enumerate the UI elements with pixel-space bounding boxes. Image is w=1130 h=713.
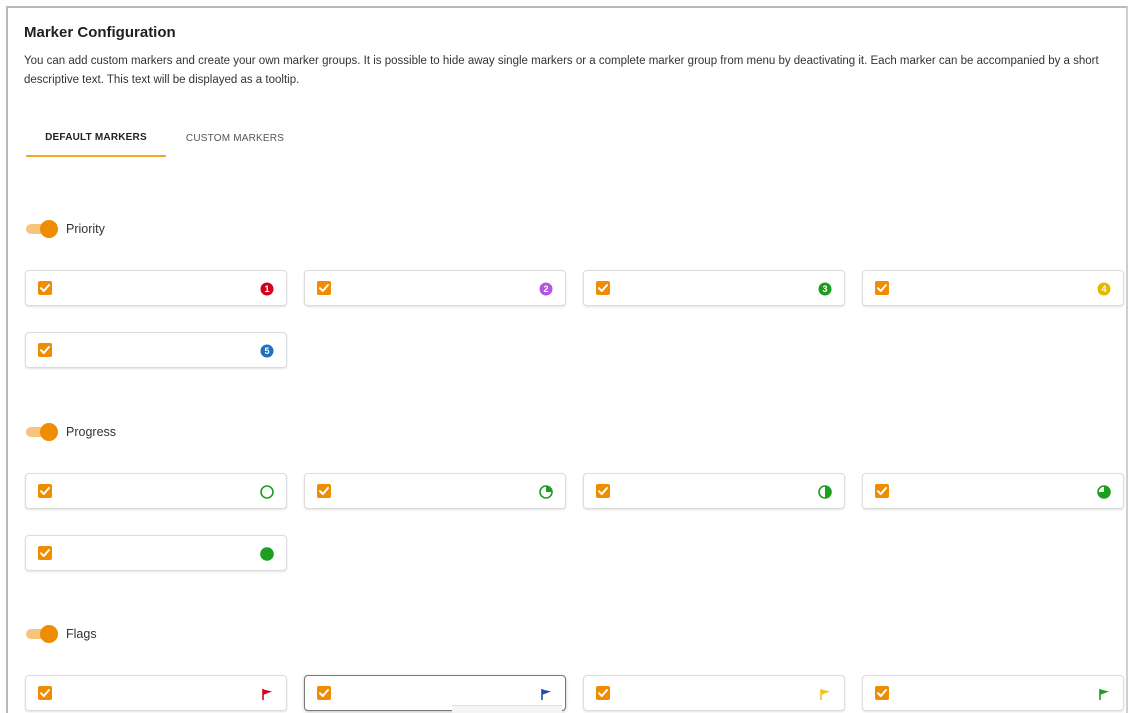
marker-enabled-checkbox[interactable] (875, 281, 889, 295)
marker-card[interactable] (862, 675, 1124, 711)
marker-enabled-checkbox[interactable] (38, 686, 52, 700)
group-label: Flags (66, 627, 97, 641)
priority-4-icon: 4 (1097, 282, 1111, 296)
priority-3-icon: 3 (818, 282, 832, 296)
flag-blue-icon (539, 687, 553, 701)
svg-text:2: 2 (543, 284, 548, 294)
marker-enabled-checkbox[interactable] (38, 281, 52, 295)
marker-enabled-checkbox[interactable] (596, 484, 610, 498)
marker-enabled-checkbox[interactable] (317, 484, 331, 498)
tooltip-stub (452, 705, 562, 713)
marker-enabled-checkbox[interactable] (875, 686, 889, 700)
marker-enabled-checkbox[interactable] (596, 281, 610, 295)
group-header-progress: Progress (26, 421, 116, 443)
group-header-priority: Priority (26, 218, 105, 240)
marker-card[interactable]: 4 (862, 270, 1124, 306)
progress-75-icon (1097, 485, 1111, 499)
marker-enabled-checkbox[interactable] (317, 686, 331, 700)
group-header-flags: Flags (26, 623, 97, 645)
progress-100-icon (260, 547, 274, 561)
tab-bar: DEFAULT MARKERS CUSTOM MARKERS (24, 120, 324, 158)
marker-card[interactable] (25, 535, 287, 571)
progress-0-icon (260, 485, 274, 499)
marker-card[interactable] (304, 473, 566, 509)
svg-text:5: 5 (264, 346, 269, 356)
toggle-knob (40, 423, 58, 441)
marker-enabled-checkbox[interactable] (596, 686, 610, 700)
svg-text:3: 3 (822, 284, 827, 294)
group-label: Progress (66, 425, 117, 439)
marker-card[interactable] (25, 473, 287, 509)
marker-card[interactable] (583, 473, 845, 509)
marker-card[interactable] (25, 675, 287, 711)
flag-red-icon (260, 687, 274, 701)
marker-enabled-checkbox[interactable] (38, 546, 52, 560)
marker-card[interactable]: 5 (25, 332, 287, 368)
marker-enabled-checkbox[interactable] (317, 281, 331, 295)
marker-enabled-checkbox[interactable] (38, 343, 52, 357)
page-description: You can add custom markers and create yo… (24, 55, 1099, 86)
group-toggle-flags[interactable] (26, 625, 58, 643)
priority-2-icon: 2 (539, 282, 553, 296)
priority-5-icon: 5 (260, 344, 274, 358)
progress-50-icon (818, 485, 832, 499)
group-toggle-priority[interactable] (26, 220, 58, 238)
group-toggle-progress[interactable] (26, 423, 58, 441)
toggle-knob (40, 220, 58, 238)
progress-25-icon (539, 485, 553, 499)
toggle-knob (40, 625, 58, 643)
priority-1-icon: 1 (260, 282, 274, 296)
flag-green-icon (1097, 687, 1111, 701)
svg-text:1: 1 (264, 284, 269, 294)
marker-card[interactable]: 3 (583, 270, 845, 306)
tab-custom-markers[interactable]: CUSTOM MARKERS (174, 120, 296, 157)
group-label: Priority (66, 222, 105, 236)
marker-card[interactable]: 1 (25, 270, 287, 306)
svg-text:4: 4 (1101, 284, 1106, 294)
marker-card[interactable] (583, 675, 845, 711)
marker-enabled-checkbox[interactable] (38, 484, 52, 498)
marker-enabled-checkbox[interactable] (875, 484, 889, 498)
tab-default-markers[interactable]: DEFAULT MARKERS (26, 120, 166, 157)
marker-card[interactable]: 2 (304, 270, 566, 306)
flag-yellow-icon (818, 687, 832, 701)
page-title: Marker Configuration (24, 24, 176, 41)
marker-card[interactable] (862, 473, 1124, 509)
